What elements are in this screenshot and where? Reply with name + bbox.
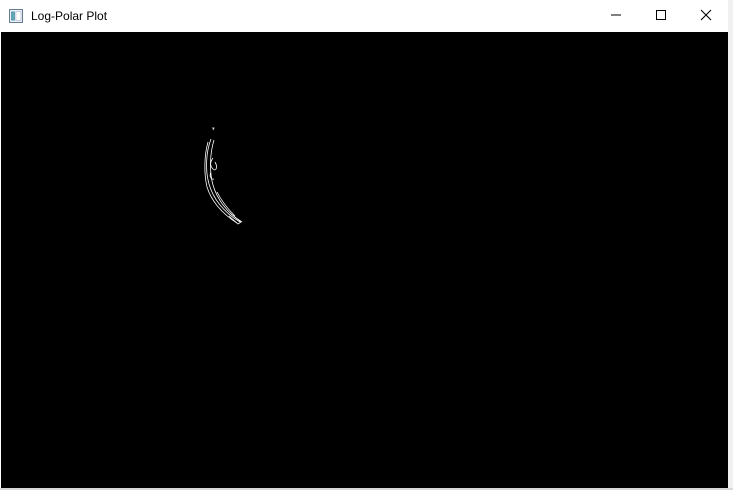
window-title: Log-Polar Plot [31, 9, 108, 23]
log-polar-plot [204, 127, 243, 225]
minimize-icon [610, 8, 622, 26]
minimize-button[interactable] [593, 2, 638, 32]
app-window-icon [9, 9, 23, 23]
window-border-right [728, 0, 733, 490]
close-icon [700, 8, 712, 26]
log-polar-window: Log-Polar Plot [0, 0, 733, 490]
plot-canvas[interactable] [1, 32, 728, 488]
close-button[interactable] [683, 2, 728, 32]
maximize-button[interactable] [638, 2, 683, 32]
maximize-icon [655, 8, 667, 26]
log-polar-curve [204, 127, 243, 225]
title-bar[interactable]: Log-Polar Plot [1, 1, 728, 32]
